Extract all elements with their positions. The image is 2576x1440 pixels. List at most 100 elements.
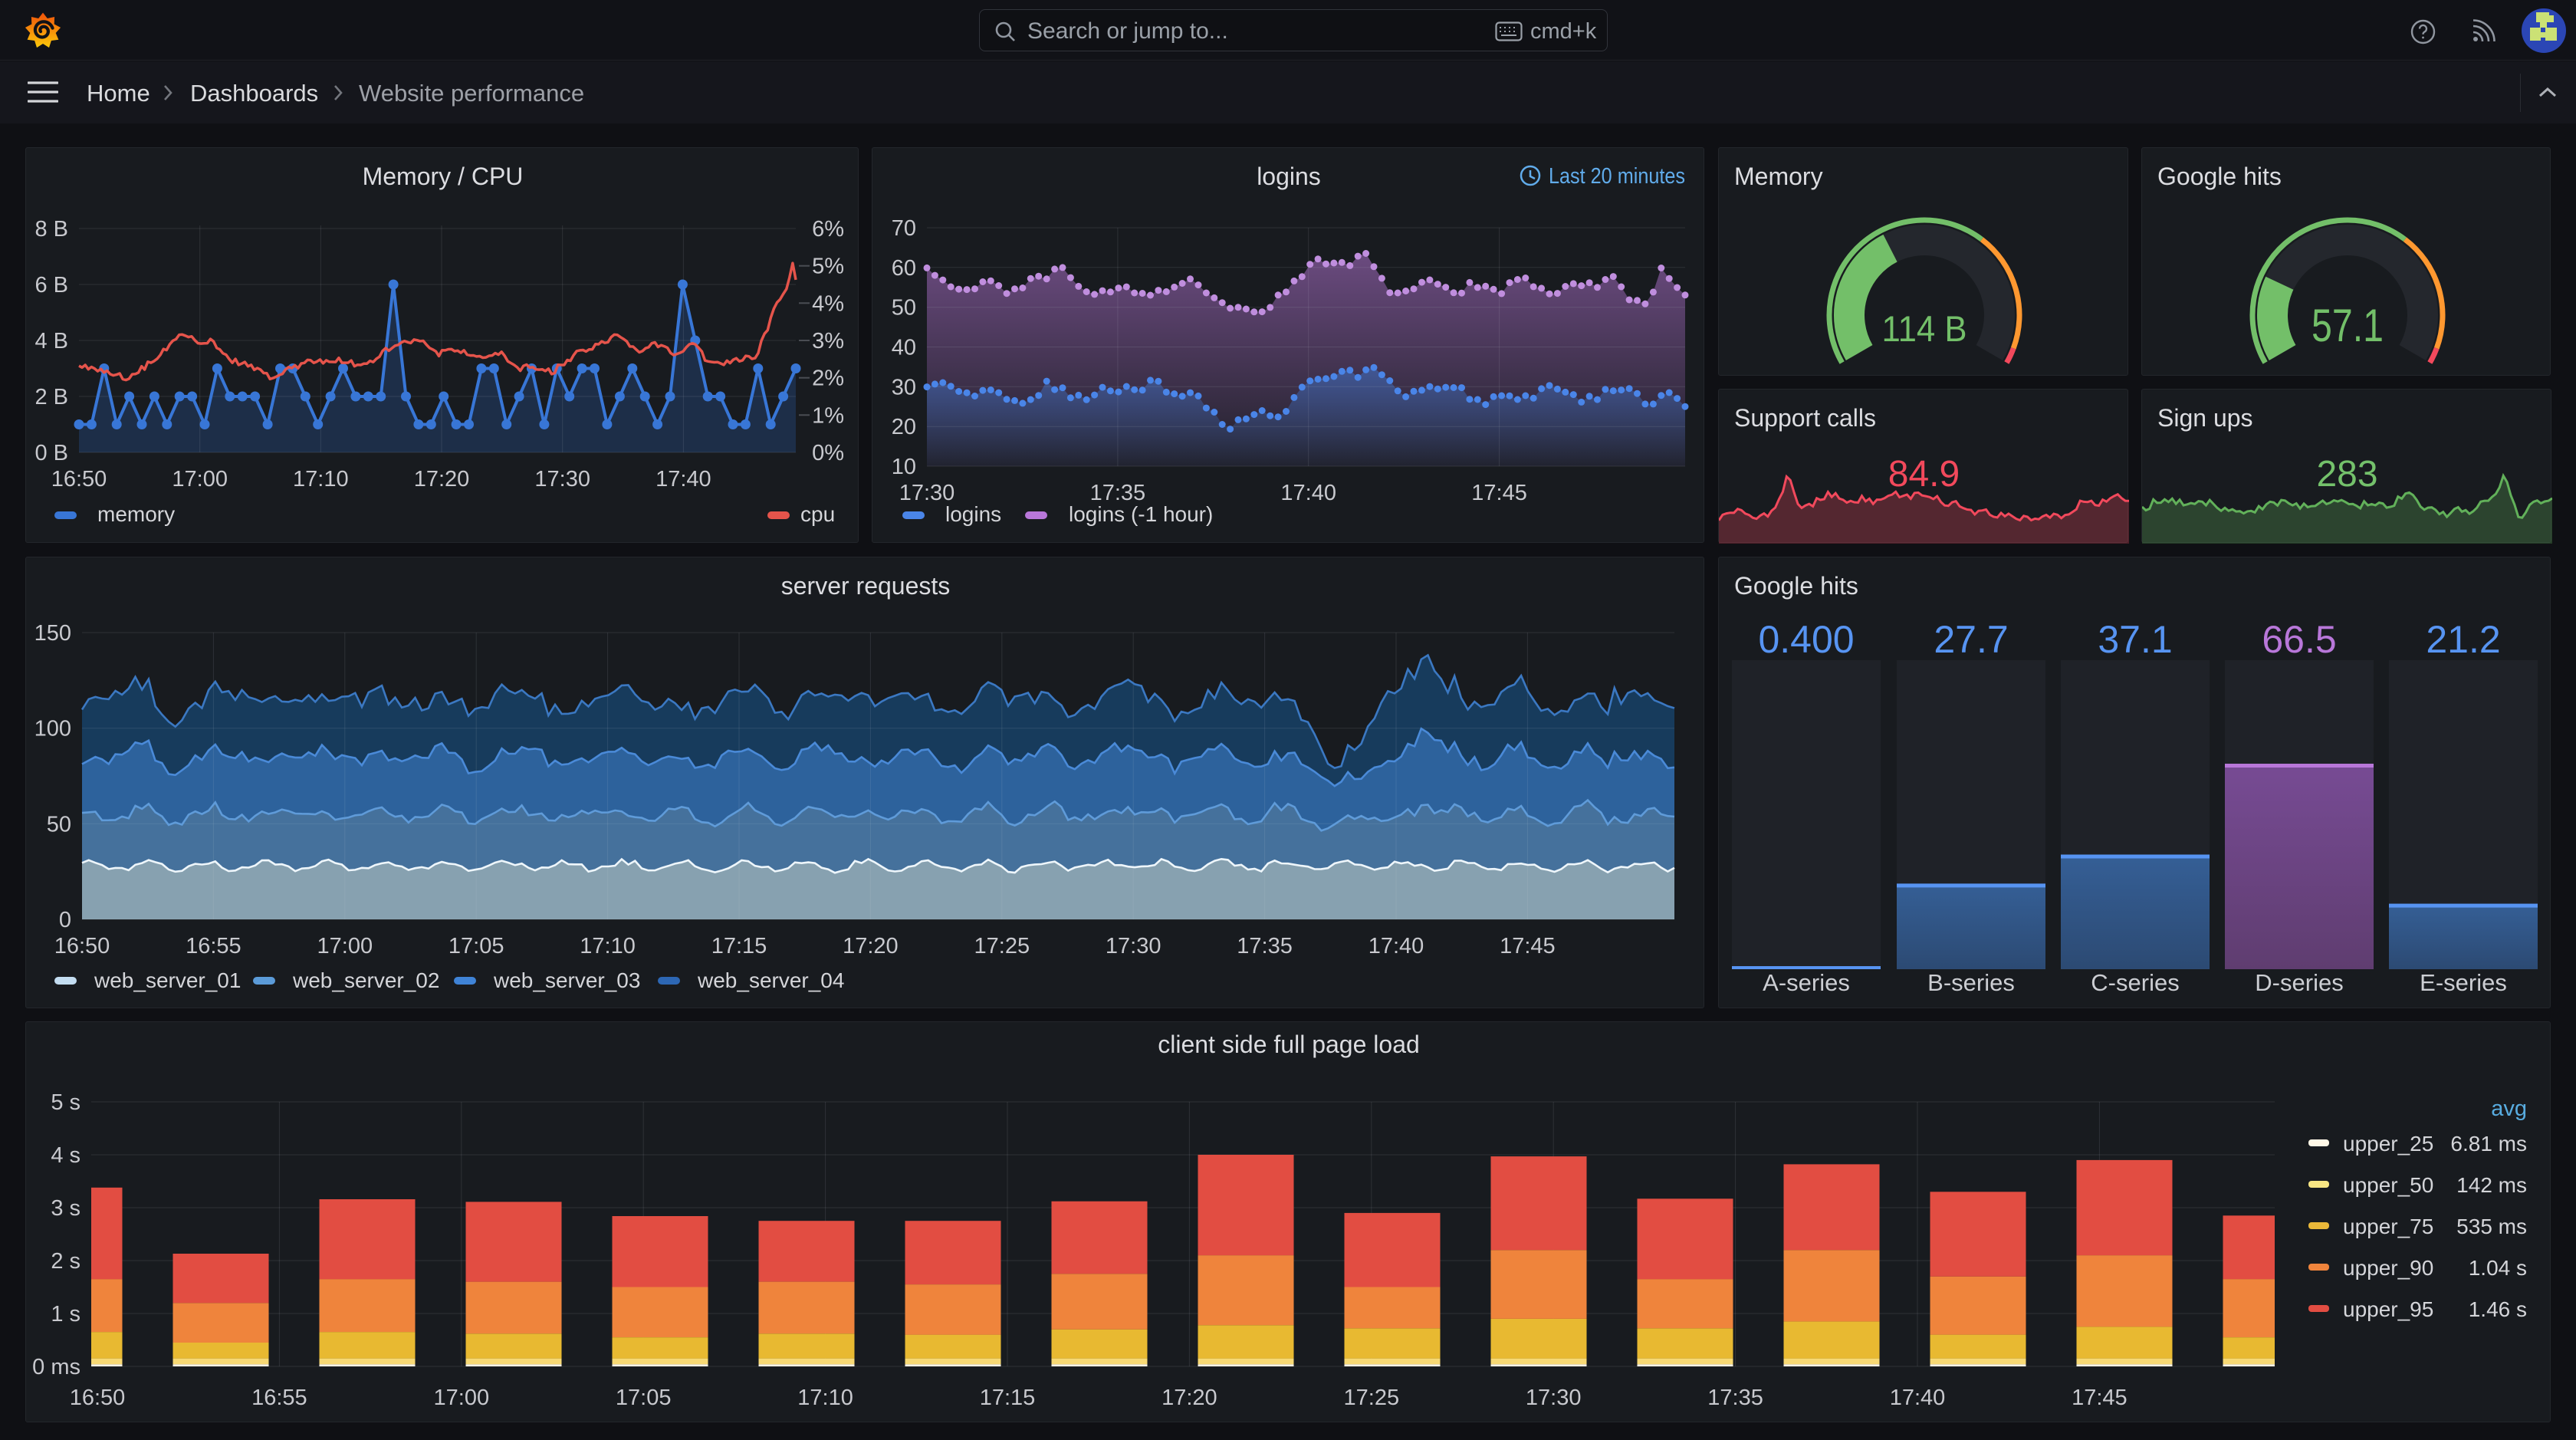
svg-text:27.7: 27.7 (1934, 618, 2008, 661)
svg-text:Google hits: Google hits (1734, 572, 1858, 600)
svg-text:2%: 2% (812, 367, 844, 391)
svg-text:0 B: 0 B (34, 441, 68, 465)
svg-text:8 B: 8 B (34, 217, 68, 242)
svg-text:21.2: 21.2 (2426, 618, 2500, 661)
svg-text:50: 50 (47, 812, 71, 837)
svg-text:17:35: 17:35 (1707, 1386, 1763, 1410)
svg-text:17:45: 17:45 (2072, 1386, 2128, 1410)
svg-text:17:00: 17:00 (434, 1386, 490, 1410)
svg-text:16:50: 16:50 (54, 934, 110, 958)
svg-text:server requests: server requests (781, 572, 951, 600)
svg-text:16:50: 16:50 (70, 1386, 126, 1410)
svg-text:3 s: 3 s (51, 1196, 80, 1221)
svg-text:17:40: 17:40 (1280, 481, 1336, 505)
svg-text:40: 40 (892, 336, 916, 360)
svg-text:17:30: 17:30 (1106, 934, 1162, 958)
svg-text:16:55: 16:55 (186, 934, 242, 958)
svg-text:upper_90: upper_90 (2343, 1256, 2433, 1280)
svg-text:17:30: 17:30 (534, 467, 590, 492)
svg-text:16:50: 16:50 (51, 467, 107, 492)
svg-text:17:15: 17:15 (711, 934, 767, 958)
svg-text:66.5: 66.5 (2262, 618, 2336, 661)
svg-text:Support calls: Support calls (1734, 404, 1876, 432)
svg-text:6 B: 6 B (34, 273, 68, 298)
svg-text:logins: logins (1257, 163, 1321, 190)
svg-text:1%: 1% (812, 403, 844, 428)
svg-text:150: 150 (34, 621, 71, 646)
svg-text:D-series: D-series (2255, 969, 2343, 996)
svg-text:4%: 4% (812, 291, 844, 316)
svg-text:client side full page load: client side full page load (1158, 1031, 1420, 1058)
svg-text:Memory: Memory (1734, 163, 1823, 190)
svg-text:upper_25: upper_25 (2343, 1132, 2433, 1156)
svg-text:6%: 6% (812, 217, 844, 242)
svg-text:Google hits: Google hits (2157, 163, 2282, 190)
svg-text:memory: memory (97, 502, 175, 526)
svg-text:10: 10 (892, 455, 916, 479)
svg-text:0 ms: 0 ms (32, 1355, 80, 1379)
svg-text:logins (-1 hour): logins (-1 hour) (1069, 502, 1213, 526)
svg-text:17:25: 17:25 (974, 934, 1030, 958)
svg-text:17:45: 17:45 (1471, 481, 1527, 505)
svg-text:17:05: 17:05 (449, 934, 504, 958)
svg-text:17:00: 17:00 (317, 934, 373, 958)
svg-text:70: 70 (892, 216, 916, 241)
svg-text:avg: avg (2491, 1096, 2527, 1121)
svg-text:1.04 s: 1.04 s (2469, 1256, 2527, 1280)
svg-text:1.46 s: 1.46 s (2469, 1297, 2527, 1321)
svg-text:6.81 ms: 6.81 ms (2450, 1132, 2527, 1156)
svg-text:0: 0 (59, 908, 71, 932)
svg-text:web_server_03: web_server_03 (493, 968, 640, 992)
svg-text:C-series: C-series (2091, 969, 2179, 996)
svg-text:17:30: 17:30 (1526, 1386, 1582, 1410)
svg-text:17:40: 17:40 (1890, 1386, 1946, 1410)
svg-text:17:15: 17:15 (980, 1386, 1036, 1410)
svg-text:17:10: 17:10 (293, 467, 349, 492)
svg-text:web_server_04: web_server_04 (697, 968, 844, 992)
svg-text:2 B: 2 B (34, 385, 68, 409)
svg-text:114 B: 114 B (1882, 308, 1967, 349)
svg-text:60: 60 (892, 256, 916, 281)
svg-text:283: 283 (2316, 454, 2377, 495)
svg-text:logins: logins (945, 502, 1001, 526)
svg-text:4 B: 4 B (34, 329, 68, 353)
svg-text:Memory / CPU: Memory / CPU (363, 163, 524, 190)
svg-text:B-series: B-series (1927, 969, 2015, 996)
svg-text:535 ms: 535 ms (2456, 1215, 2527, 1238)
svg-text:17:10: 17:10 (797, 1386, 853, 1410)
svg-text:100: 100 (34, 717, 71, 741)
svg-text:17:10: 17:10 (580, 934, 636, 958)
svg-text:Sign ups: Sign ups (2157, 404, 2253, 432)
svg-text:57.1: 57.1 (2312, 300, 2384, 351)
svg-text:0.400: 0.400 (1758, 618, 1854, 661)
svg-text:84.9: 84.9 (1888, 454, 1960, 495)
svg-text:17:05: 17:05 (616, 1386, 672, 1410)
svg-text:20: 20 (892, 415, 916, 439)
svg-text:17:00: 17:00 (172, 467, 228, 492)
svg-text:web_server_01: web_server_01 (94, 968, 241, 992)
svg-text:cpu: cpu (800, 502, 835, 526)
svg-text:17:35: 17:35 (1237, 934, 1293, 958)
svg-text:web_server_02: web_server_02 (292, 968, 439, 992)
svg-text:16:55: 16:55 (251, 1386, 307, 1410)
svg-text:37.1: 37.1 (2098, 618, 2172, 661)
svg-text:5 s: 5 s (51, 1090, 80, 1115)
svg-text:17:45: 17:45 (1500, 934, 1556, 958)
svg-text:3%: 3% (812, 329, 844, 353)
svg-text:17:20: 17:20 (414, 467, 470, 492)
svg-text:50: 50 (892, 296, 916, 321)
svg-text:Last 20 minutes: Last 20 minutes (1549, 164, 1685, 189)
svg-text:5%: 5% (812, 255, 844, 279)
svg-text:17:25: 17:25 (1344, 1386, 1400, 1410)
svg-text:A-series: A-series (1763, 969, 1850, 996)
svg-text:upper_95: upper_95 (2343, 1297, 2433, 1321)
svg-text:142 ms: 142 ms (2456, 1173, 2527, 1197)
svg-text:1 s: 1 s (51, 1302, 80, 1327)
svg-text:30: 30 (892, 375, 916, 399)
svg-text:2 s: 2 s (51, 1249, 80, 1274)
svg-text:upper_75: upper_75 (2343, 1215, 2433, 1238)
svg-text:0%: 0% (812, 441, 844, 465)
svg-text:4 s: 4 s (51, 1143, 80, 1168)
svg-text:17:20: 17:20 (843, 934, 899, 958)
svg-text:17:20: 17:20 (1162, 1386, 1217, 1410)
